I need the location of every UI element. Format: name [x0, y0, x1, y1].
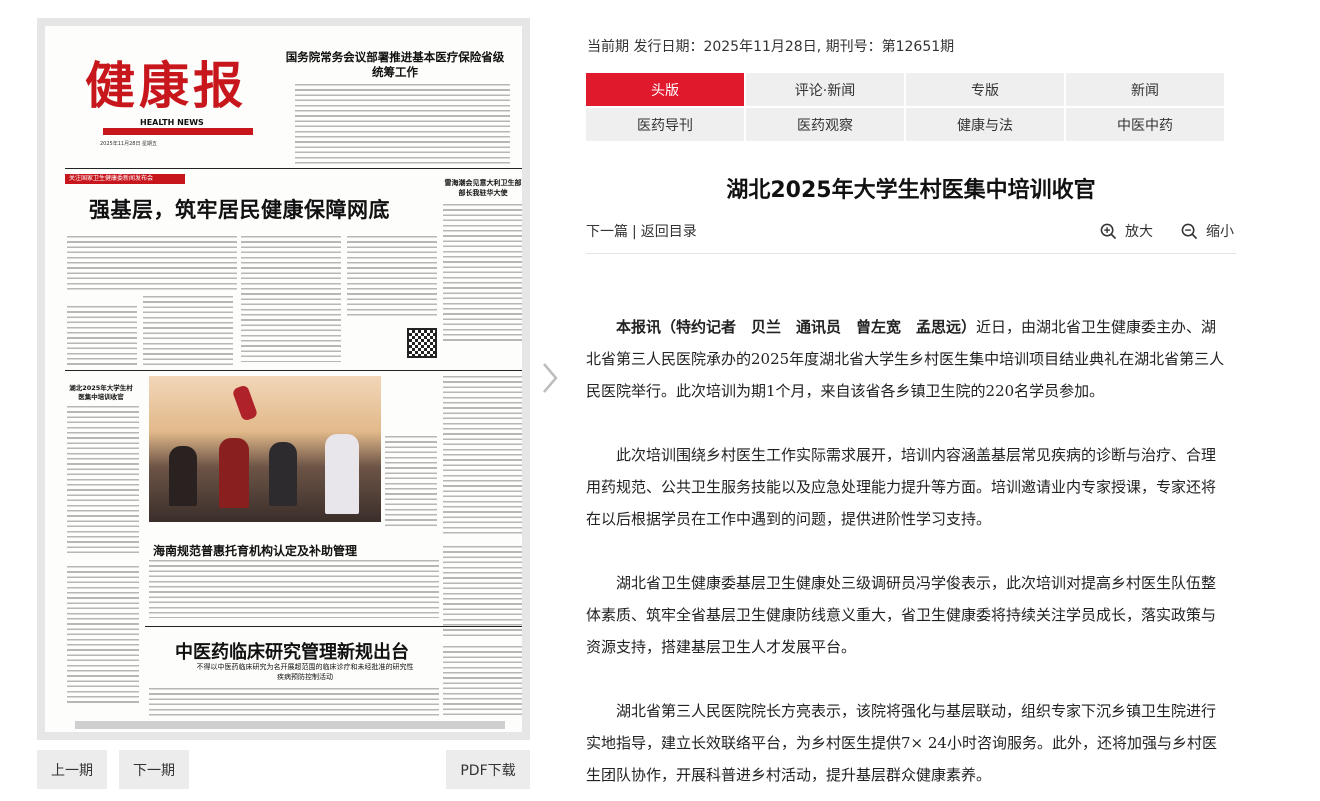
zoom-in-icon	[1100, 223, 1117, 239]
article-paragraph: 此次培训围绕乡村医生工作实际需求展开，培训内容涵盖基层常见疾病的诊断与治疗、合理…	[586, 446, 1217, 528]
text-column	[443, 546, 522, 636]
divider	[586, 253, 1236, 254]
zoom-in-label: 放大	[1125, 224, 1153, 240]
page-footer-strip	[75, 721, 505, 729]
tab-row: 医药导刊 医药观察 健康与法 中医中药	[586, 108, 1226, 141]
tab-front-page[interactable]: 头版	[586, 73, 744, 106]
tab-health-law[interactable]: 健康与法	[906, 108, 1064, 141]
text-column	[67, 236, 237, 292]
newspaper-page: 健康报 HEALTH NEWS 2025年11月28日 星期五 国务院常务会议部…	[45, 26, 522, 732]
pdf-download-button[interactable]: PDF下载	[446, 750, 530, 789]
tab-news[interactable]: 新闻	[1066, 73, 1224, 106]
tab-tcm[interactable]: 中医中药	[1066, 108, 1224, 141]
text-column	[143, 296, 233, 366]
news-photo	[149, 376, 381, 522]
zoom-in-button[interactable]: 放大	[1100, 221, 1153, 241]
article-body: 本报讯（特约记者 贝兰 通讯员 曾左宽 孟思远）近日，由湖北省卫生健康委主办、湖…	[586, 311, 1228, 801]
tab-commentary-news[interactable]: 评论·新闻	[746, 73, 904, 106]
newspaper-logo-en: HEALTH NEWS	[140, 118, 204, 127]
section-tag-label: 关注国家卫生健康委新闻发布会	[69, 175, 154, 182]
text-column	[347, 236, 437, 316]
newspaper-bottom-headline[interactable]: 中医药临床研究管理新规出台	[175, 638, 409, 664]
qr-code	[407, 328, 437, 358]
text-column	[443, 376, 522, 536]
article-nav: 下一篇 | 返回目录	[586, 221, 697, 241]
text-column	[241, 236, 341, 362]
divider	[65, 370, 522, 371]
next-article-link[interactable]: 下一篇	[586, 224, 628, 240]
text-column	[385, 436, 437, 526]
newspaper-page-preview[interactable]: 健康报 HEALTH NEWS 2025年11月28日 星期五 国务院常务会议部…	[37, 18, 530, 740]
text-column	[149, 560, 439, 618]
issue-info: 当前期 发行日期：2025年11月28日, 期刊号：第12651期	[587, 39, 955, 55]
zoom-out-icon	[1181, 223, 1198, 239]
nav-separator: |	[632, 224, 637, 240]
divider	[145, 626, 522, 627]
masthead-bar	[103, 128, 253, 135]
divider	[65, 168, 522, 169]
text-column	[67, 406, 139, 556]
text-column	[443, 204, 522, 344]
prev-issue-button[interactable]: 上一期	[37, 750, 107, 789]
article-paragraph: 湖北省第三人民医院院长方亮表示，该院将强化与基层联动，组织专家下沉乡镇卫生院进行…	[586, 702, 1217, 784]
newspaper-banner-headline[interactable]: 强基层，筑牢居民健康保障网底	[89, 194, 390, 224]
tab-row: 头版 评论·新闻 专版 新闻	[586, 73, 1226, 106]
newspaper-bottom-subtitle: 不得以中医药临床研究为名开展超范围的临床诊疗和未经批准的研究性疾病预防控制活动	[196, 663, 414, 681]
newspaper-side-headline[interactable]: 雷海潮会见意大利卫生部部长我驻华大使	[443, 178, 522, 198]
tab-pharma-guide[interactable]: 医药导刊	[586, 108, 744, 141]
newspaper-date: 2025年11月28日 星期五	[100, 141, 158, 147]
tab-special[interactable]: 专版	[906, 73, 1064, 106]
section-tabs: 头版 评论·新闻 专版 新闻 医药导刊 医药观察 健康与法 中医中药	[586, 73, 1226, 143]
back-to-contents-link[interactable]: 返回目录	[641, 224, 697, 240]
text-column	[67, 306, 137, 366]
chevron-right-icon	[543, 363, 558, 393]
newspaper-top-headline[interactable]: 国务院常务会议部署推进基本医疗保险省级统筹工作	[285, 50, 505, 80]
article-paragraph: 本报讯（特约记者 贝兰 通讯员 曾左宽 孟思远）近日，由湖北省卫生健康委主办、湖…	[586, 311, 1228, 407]
newspaper-mid-headline[interactable]: 海南规范普惠托育机构认定及补助管理	[153, 542, 357, 559]
tab-pharma-observation[interactable]: 医药观察	[746, 108, 904, 141]
article-byline: 本报讯（特约记者 贝兰 通讯员 曾左宽 孟思远）	[616, 318, 977, 336]
text-column	[67, 566, 139, 706]
next-issue-button[interactable]: 下一期	[119, 750, 189, 789]
text-column	[149, 688, 439, 716]
zoom-out-button[interactable]: 缩小	[1181, 221, 1234, 241]
text-column	[295, 84, 510, 164]
zoom-out-label: 缩小	[1206, 224, 1234, 240]
newspaper-left-column-title[interactable]: 湖北2025年大学生村医集中培训收官	[67, 384, 135, 402]
next-page-arrow[interactable]	[540, 360, 560, 396]
newspaper-logo: 健康报	[85, 56, 247, 115]
article-title: 湖北2025年大学生村医集中培训收官	[726, 178, 1096, 203]
article-paragraph: 湖北省卫生健康委基层卫生健康处三级调研员冯学俊表示，此次培训对提高乡村医生队伍整…	[586, 574, 1217, 656]
text-column	[443, 646, 522, 716]
